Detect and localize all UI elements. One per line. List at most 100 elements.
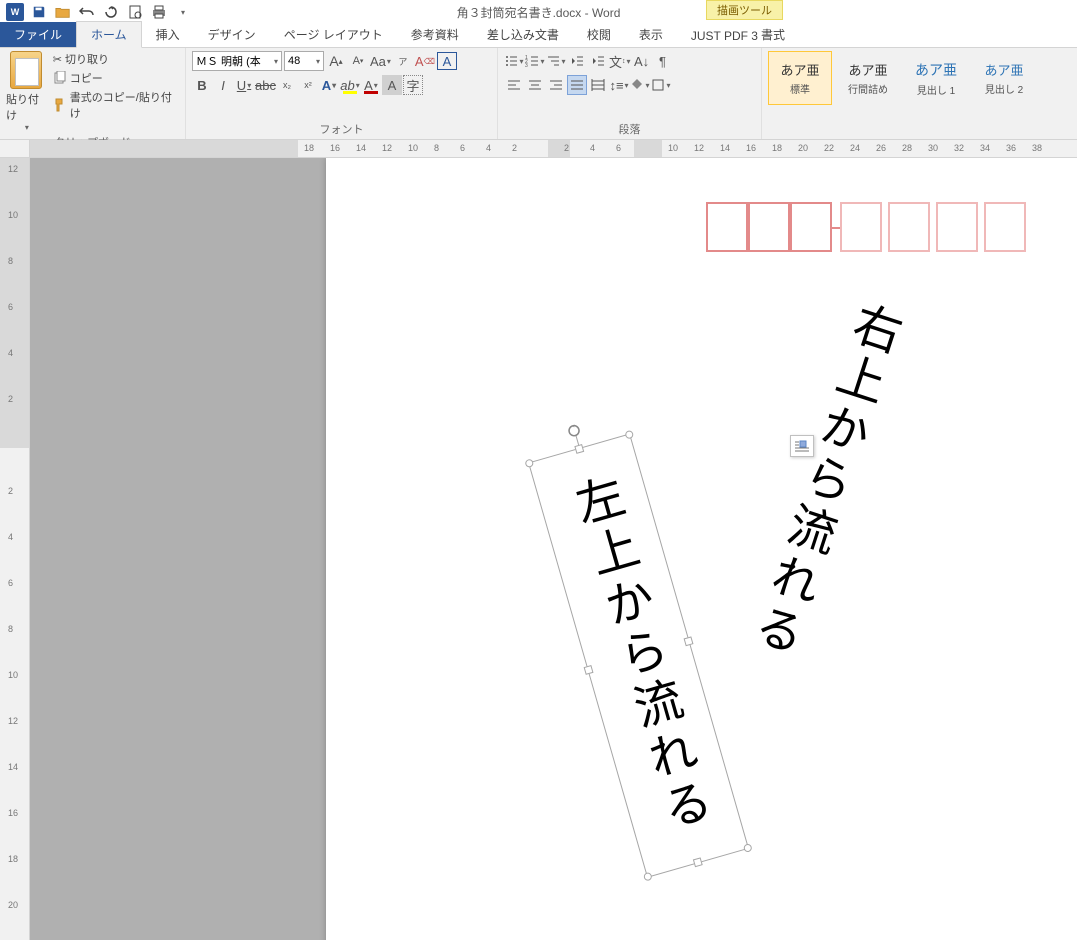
text-direction-button[interactable]: 文↕▾ bbox=[609, 51, 631, 71]
decrease-indent-button[interactable] bbox=[567, 51, 587, 71]
numbering-button[interactable]: 123▾ bbox=[525, 51, 545, 71]
print-preview-icon[interactable] bbox=[124, 2, 146, 22]
save-icon[interactable] bbox=[28, 2, 50, 22]
style-no-spacing[interactable]: あア亜 行間詰め bbox=[836, 51, 900, 105]
textbox-right[interactable]: 右上から流れる bbox=[743, 296, 903, 662]
resize-handle[interactable] bbox=[624, 430, 634, 440]
align-right-button[interactable] bbox=[546, 75, 566, 95]
word-app-icon[interactable]: W bbox=[4, 2, 26, 22]
redo-icon[interactable] bbox=[100, 2, 122, 22]
enclose-char-button[interactable]: A bbox=[437, 52, 457, 70]
align-left-button[interactable] bbox=[504, 75, 524, 95]
cut-button[interactable]: ✂ 切り取り bbox=[53, 51, 179, 67]
multilevel-list-button[interactable]: ▾ bbox=[546, 51, 566, 71]
horizontal-ruler[interactable]: 1816141210864224610121416182022242628303… bbox=[30, 140, 1077, 158]
subscript-button[interactable]: x₂ bbox=[277, 75, 297, 95]
undo-icon[interactable] bbox=[76, 2, 98, 22]
tab-file[interactable]: ファイル bbox=[0, 22, 76, 47]
font-color-button[interactable]: A▾ bbox=[361, 75, 381, 95]
tab-view[interactable]: 表示 bbox=[625, 22, 677, 47]
grow-font-button[interactable]: A▴ bbox=[326, 51, 346, 71]
tab-page-layout[interactable]: ページ レイアウト bbox=[270, 22, 397, 47]
resize-handle[interactable] bbox=[524, 458, 534, 468]
postal-box bbox=[840, 202, 882, 252]
shading-button[interactable]: ▾ bbox=[630, 75, 650, 95]
bold-button[interactable]: B bbox=[192, 75, 212, 95]
tab-review[interactable]: 校閲 bbox=[573, 22, 625, 47]
line-spacing-button[interactable]: ↕≡▾ bbox=[609, 75, 629, 95]
tab-references[interactable]: 参考資料 bbox=[397, 22, 473, 47]
brush-icon bbox=[53, 98, 67, 112]
textbox-left-selected[interactable]: 左上から流れる bbox=[528, 433, 749, 877]
group-styles: あア亜 標準 あア亜 行間詰め あア亜 見出し 1 あア亜 見出し 2 bbox=[762, 48, 1077, 139]
font-name-select[interactable]: ＭＳ 明朝 (本▾ bbox=[192, 51, 282, 71]
copy-icon bbox=[53, 71, 67, 85]
change-case-button[interactable]: Aa▾ bbox=[370, 51, 391, 71]
highlight-button[interactable]: ab▾ bbox=[340, 75, 360, 95]
paste-icon bbox=[10, 51, 42, 89]
copy-label: コピー bbox=[70, 70, 103, 86]
style-normal[interactable]: あア亜 標準 bbox=[768, 51, 832, 105]
textbox-left-text: 左上から流れる bbox=[563, 470, 716, 840]
justify-button[interactable] bbox=[567, 75, 587, 95]
strikethrough-button[interactable]: abc bbox=[255, 75, 276, 95]
group-font: ＭＳ 明朝 (本▾ 48▾ A▴ A▾ Aa▾ ア A⌫ A B I U▾ ab… bbox=[186, 48, 498, 139]
rotate-handle[interactable] bbox=[565, 422, 582, 439]
resize-handle[interactable] bbox=[684, 636, 694, 646]
clear-formatting-button[interactable]: A⌫ bbox=[415, 51, 435, 71]
resize-handle[interactable] bbox=[574, 444, 584, 454]
bullets-button[interactable]: ▾ bbox=[504, 51, 524, 71]
align-center-button[interactable] bbox=[525, 75, 545, 95]
postal-box bbox=[748, 202, 790, 252]
postal-box bbox=[936, 202, 978, 252]
postal-box bbox=[984, 202, 1026, 252]
char-border-button[interactable]: 字 bbox=[403, 75, 423, 95]
font-size-select[interactable]: 48▾ bbox=[284, 51, 324, 71]
textbox-right-text: 右上から流れる bbox=[741, 295, 906, 663]
text-effects-button[interactable]: A▾ bbox=[319, 75, 339, 95]
style-heading-2[interactable]: あア亜 見出し 2 bbox=[972, 51, 1036, 105]
main-area: 121086422468101214161820 右上から流れる 左上から流れる bbox=[0, 158, 1077, 940]
char-shading-button[interactable]: A bbox=[382, 75, 402, 95]
quick-print-icon[interactable] bbox=[148, 2, 170, 22]
sort-button[interactable]: A↓ bbox=[632, 51, 652, 71]
italic-button[interactable]: I bbox=[213, 75, 233, 95]
borders-button[interactable]: ▾ bbox=[651, 75, 671, 95]
phonetic-guide-button[interactable]: ア bbox=[393, 51, 413, 71]
distribute-button[interactable] bbox=[588, 75, 608, 95]
resize-handle[interactable] bbox=[643, 871, 653, 881]
title-bar: W ▾ 角３封筒宛名書き.docx - Word 描画ツール bbox=[0, 0, 1077, 24]
copy-button[interactable]: コピー bbox=[53, 70, 179, 86]
paste-button[interactable]: 貼り付け ▾ bbox=[6, 51, 47, 132]
paste-label: 貼り付け bbox=[6, 91, 47, 123]
tab-insert[interactable]: 挿入 bbox=[142, 22, 194, 47]
show-marks-button[interactable]: ¶ bbox=[653, 51, 673, 71]
window-title: 角３封筒宛名書き.docx - Word bbox=[457, 4, 621, 21]
postal-dash bbox=[832, 202, 840, 252]
vertical-ruler[interactable]: 121086422468101214161820 bbox=[0, 158, 30, 940]
shrink-font-button[interactable]: A▾ bbox=[348, 51, 368, 71]
document-canvas[interactable]: 右上から流れる 左上から流れる bbox=[30, 158, 1077, 940]
format-painter-button[interactable]: 書式のコピー/貼り付け bbox=[53, 89, 179, 121]
tab-home[interactable]: ホーム bbox=[76, 21, 142, 48]
qat-customize-icon[interactable]: ▾ bbox=[172, 2, 194, 22]
style-heading-1[interactable]: あア亜 見出し 1 bbox=[904, 51, 968, 105]
resize-handle[interactable] bbox=[584, 665, 594, 675]
ribbon-tabs: ファイル ホーム 挿入 デザイン ページ レイアウト 参考資料 差し込み文書 校… bbox=[0, 24, 1077, 48]
resize-handle[interactable] bbox=[693, 857, 703, 867]
open-icon[interactable] bbox=[52, 2, 74, 22]
layout-options-button[interactable] bbox=[790, 435, 814, 457]
underline-button[interactable]: U▾ bbox=[234, 75, 254, 95]
format-painter-label: 書式のコピー/貼り付け bbox=[70, 89, 179, 121]
superscript-button[interactable]: x² bbox=[298, 75, 318, 95]
group-clipboard: 貼り付け ▾ ✂ 切り取り コピー 書式のコピー/貼り付け クリップボード bbox=[0, 48, 186, 139]
postal-code-boxes bbox=[706, 202, 1026, 252]
postal-box bbox=[706, 202, 748, 252]
tab-mailings[interactable]: 差し込み文書 bbox=[473, 22, 573, 47]
increase-indent-button[interactable] bbox=[588, 51, 608, 71]
tab-design[interactable]: デザイン bbox=[194, 22, 270, 47]
postal-box bbox=[888, 202, 930, 252]
tab-format[interactable]: 書式 bbox=[747, 22, 799, 47]
ruler-area: 1816141210864224610121416182022242628303… bbox=[0, 140, 1077, 158]
resize-handle[interactable] bbox=[743, 843, 753, 853]
